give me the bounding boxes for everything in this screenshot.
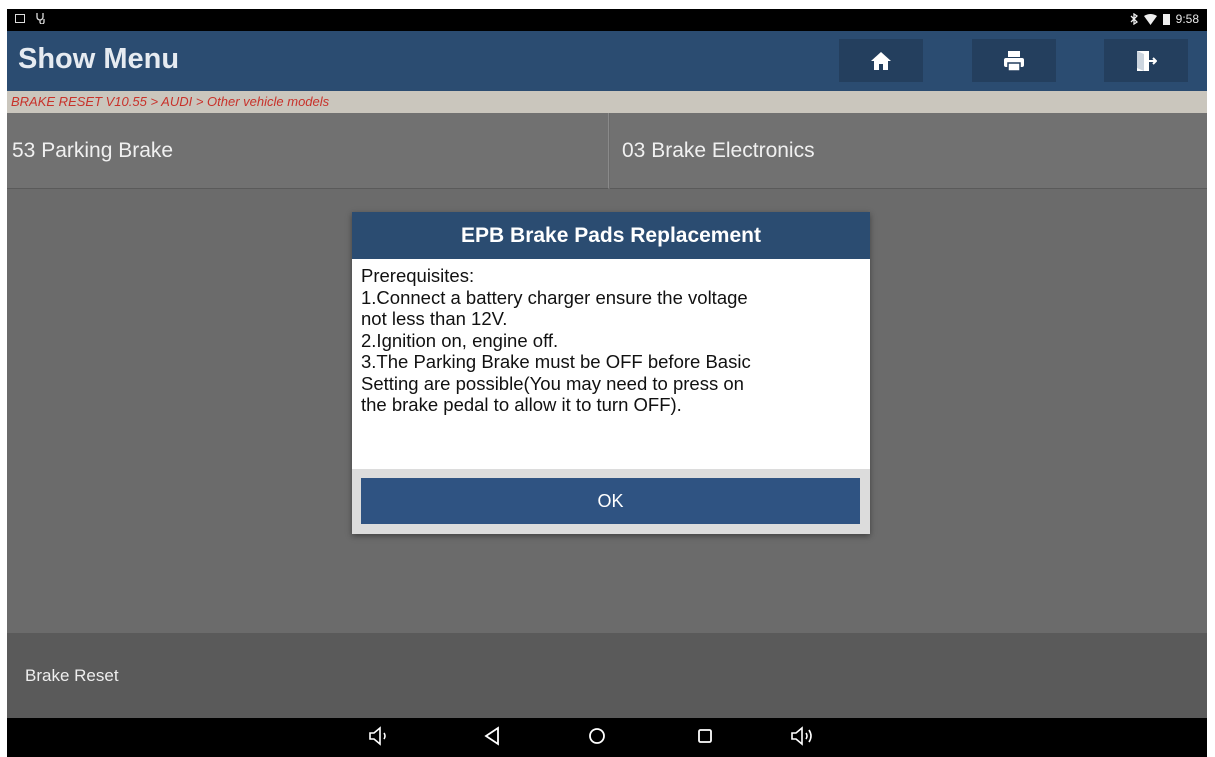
dialog-button-bar: OK [352,469,870,534]
dialog-body: Prerequisites: 1.Connect a battery charg… [361,265,861,416]
footer-label: Brake Reset [25,666,119,685]
dialog-line: Prerequisites: [361,265,475,286]
volume-down-icon[interactable] [368,726,390,746]
exit-button[interactable] [1104,39,1188,82]
dialog-line: 2.Ignition on, engine off. [361,329,559,351]
breadcrumb: BRAKE RESET V10.55 > AUDI > Other vehicl… [7,91,1207,113]
app-header: Show Menu [7,31,1207,91]
clock: 9:58 [1175,12,1199,26]
dialog-line: the brake pedal to allow it to turn OFF)… [361,394,682,415]
breadcrumb-text: BRAKE RESET V10.55 > AUDI > Other vehicl… [11,94,330,109]
dialog-epb-brake-pads: EPB Brake Pads Replacement Prerequisites… [352,212,870,534]
dialog-title: EPB Brake Pads Replacement [352,212,870,259]
dialog-line: Setting are possible(You may need to pre… [361,372,744,394]
android-nav-bar [7,718,1207,757]
dialog-line: 3.The Parking Brake must be OFF before B… [361,351,751,372]
home-button[interactable] [839,39,923,82]
screenshot-icon [15,13,25,23]
ok-button[interactable]: OK [361,478,860,524]
recents-icon[interactable] [695,726,715,746]
battery-icon [1162,13,1170,25]
dialog-line: 1.Connect a battery charger ensure the v… [361,286,748,308]
bluetooth-icon [1130,13,1138,25]
menu-item-label: 03 Brake Electronics [622,138,815,162]
wifi-icon [1143,13,1157,25]
stethoscope-icon [36,13,45,24]
menu-item-label: 53 Parking Brake [12,138,174,162]
print-button[interactable] [972,39,1056,82]
page-title: Show Menu [18,43,180,75]
dialog-line: not less than 12V. [361,308,508,329]
menu-item-brake-electronics[interactable]: 03 Brake Electronics [610,113,1207,189]
volume-up-icon[interactable] [790,726,816,746]
exit-icon [1137,50,1157,71]
status-bar: 9:58 [7,9,1207,31]
print-icon [1004,50,1024,72]
menu-item-parking-brake[interactable]: 53 Parking Brake [7,113,609,189]
footer-bar: Brake Reset [7,633,1207,718]
home-icon [871,51,891,70]
home-circle-icon[interactable] [587,726,607,746]
device-screen: 9:58 Show Menu BRAKE RESET V10.55 > AUDI… [7,9,1207,757]
back-icon[interactable] [483,726,501,746]
